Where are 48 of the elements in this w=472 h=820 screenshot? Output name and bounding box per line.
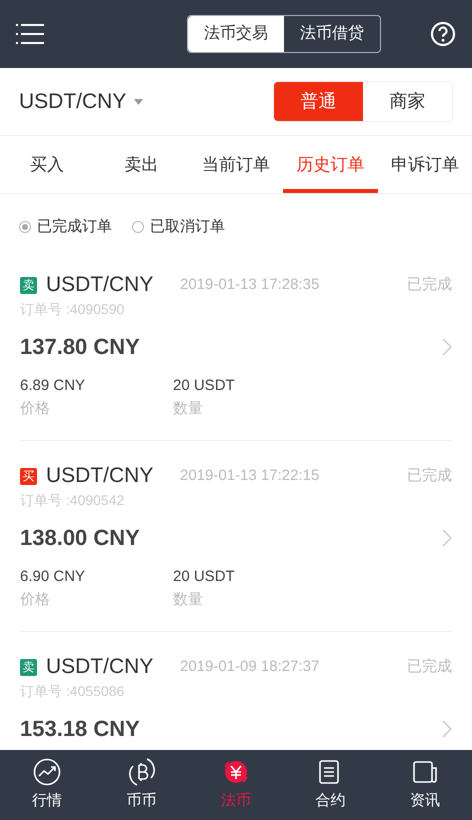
filter-label: 已取消订单 <box>150 216 225 237</box>
segment-tab[interactable]: 法币借贷 <box>284 16 380 52</box>
pair-selector[interactable]: USDT/CNY <box>19 86 144 118</box>
radio-button[interactable] <box>19 221 31 233</box>
nav-tab[interactable]: 资讯 <box>378 750 472 820</box>
help-icon[interactable] <box>430 21 456 47</box>
side-badge: 卖 <box>20 658 37 676</box>
order-tab[interactable]: 买入 <box>0 136 94 193</box>
order-time: 2019-01-13 17:28:35 <box>180 274 320 295</box>
order-tab[interactable]: 申诉订单 <box>378 136 472 193</box>
amount-label: 数量 <box>173 398 204 418</box>
order-tab[interactable]: 历史订单 <box>283 136 378 193</box>
filter-label: 已完成订单 <box>37 216 112 237</box>
amount-label: 数量 <box>173 590 204 610</box>
nav-tab[interactable]: 行情 <box>0 750 94 820</box>
order-status: 已完成 <box>407 466 452 486</box>
mode-tab[interactable]: 普通 <box>274 82 363 121</box>
side-badge: 卖 <box>20 276 37 294</box>
order-pair: USDT/CNY <box>46 654 154 680</box>
price-value: 6.90 CNY <box>20 567 86 587</box>
side-badge: 买 <box>20 468 37 484</box>
nav-tab[interactable]: 币币 <box>94 750 189 820</box>
chevron-right-icon <box>442 528 452 546</box>
order-time: 2019-01-09 18:27:37 <box>180 656 320 677</box>
order-tab[interactable]: 当前订单 <box>188 136 284 193</box>
order-status: 已完成 <box>407 274 452 295</box>
order-tab[interactable]: 卖出 <box>94 136 189 193</box>
chart-icon <box>33 758 62 786</box>
chevron-right-icon <box>442 720 452 738</box>
price-value: 6.89 CNY <box>20 376 86 396</box>
caret-icon <box>134 98 144 104</box>
nav-tab[interactable]: 合约 <box>283 750 378 820</box>
price-label: 价格 <box>20 590 51 610</box>
menu-icon[interactable] <box>16 23 46 45</box>
order-total: 137.80 CNY <box>20 333 140 361</box>
order-total: 138.00 CNY <box>20 524 140 552</box>
amount-value: 20 USDT <box>173 376 236 396</box>
order-pair: USDT/CNY <box>46 463 154 490</box>
chevron-right-icon <box>442 338 452 356</box>
order-time: 2019-01-13 17:22:15 <box>180 466 320 486</box>
amount-value: 20 USDT <box>173 567 236 587</box>
order-status: 已完成 <box>407 656 452 677</box>
segment-tab[interactable]: 法币交易 <box>188 16 284 52</box>
bitcoin-icon <box>128 758 156 786</box>
radio-button[interactable] <box>132 221 144 233</box>
order-total: 153.18 CNY <box>20 715 140 743</box>
price-label: 价格 <box>20 398 51 418</box>
order-pair: USDT/CNY <box>46 272 154 298</box>
